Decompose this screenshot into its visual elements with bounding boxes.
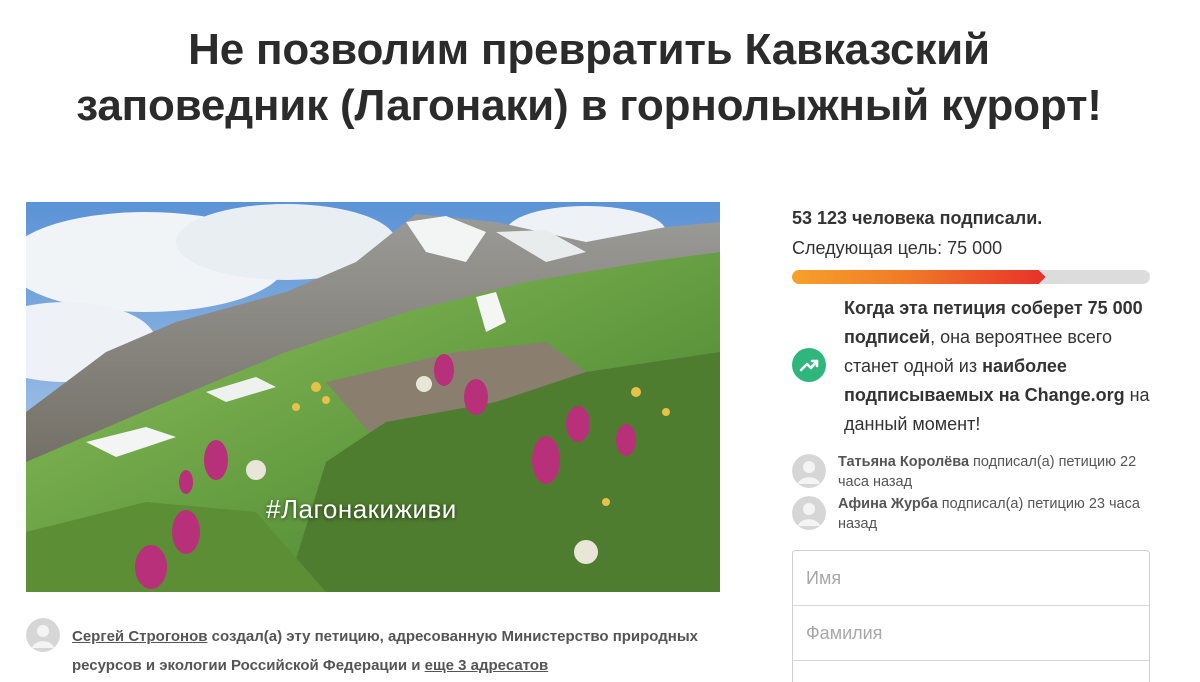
next-goal: Следующая цель: 75 000 [792, 238, 1003, 258]
image-hashtag: #Лагонакиживи [266, 494, 457, 524]
signature-progress-fill [792, 270, 1046, 284]
petition-photo: #Лагонакиживи [26, 202, 720, 592]
recent-signer-text: Татьяна Королёва подписал(а) петицию 22 … [838, 452, 1148, 492]
creator-name-link[interactable]: Сергей Строгонов [72, 628, 207, 645]
creator-avatar[interactable] [26, 618, 60, 652]
creator-text: Сергей Строгонов создал(а) эту петицию, … [72, 622, 722, 680]
sign-form [792, 550, 1150, 682]
milestone-text: Когда эта петиция соберет 75 000 подписе… [844, 294, 1152, 439]
signature-count: 53 123 человека подписали. [792, 208, 1043, 228]
signer-avatar [792, 496, 826, 530]
first-name-field[interactable] [793, 551, 1149, 606]
recent-signer-text: Афина Журба подписал(а) петицию 23 часа … [838, 494, 1148, 534]
milestone-message: Когда эта петиция соберет 75 000 подписе… [792, 294, 1152, 444]
more-recipients-link[interactable]: еще 3 адресатов [425, 657, 549, 674]
petition-creator: Сергей Строгонов создал(а) эту петицию, … [26, 618, 726, 678]
signer-name: Татьяна Королёва [838, 454, 970, 470]
recent-signer-row: Татьяна Королёва подписал(а) петицию 22 … [792, 452, 1152, 494]
last-name-field[interactable] [793, 606, 1149, 661]
user-avatar-icon [792, 496, 826, 530]
petition-title-line1: Не позволим превратить Кавказский [188, 25, 990, 74]
recent-signer-row: Афина Журба подписал(а) петицию 23 часа … [792, 494, 1152, 536]
mountain-meadow-image [26, 202, 720, 592]
user-avatar-icon [26, 618, 60, 652]
sign-sidebar: 53 123 человека подписали. Следующая цел… [792, 204, 1152, 682]
petition-title-line2: заповедник (Лагонаки) в горнолыжный куро… [76, 81, 1102, 130]
signer-name: Афина Журба [838, 496, 938, 512]
recent-signers-list: Татьяна Королёва подписал(а) петицию 22 … [792, 452, 1152, 536]
trending-up-icon [792, 348, 826, 382]
signer-avatar [792, 454, 826, 488]
petition-title: Не позволим превратить Кавказский запове… [0, 22, 1178, 134]
next-form-field[interactable] [793, 661, 1149, 682]
user-avatar-icon [792, 454, 826, 488]
signature-progress-bar [792, 270, 1150, 284]
